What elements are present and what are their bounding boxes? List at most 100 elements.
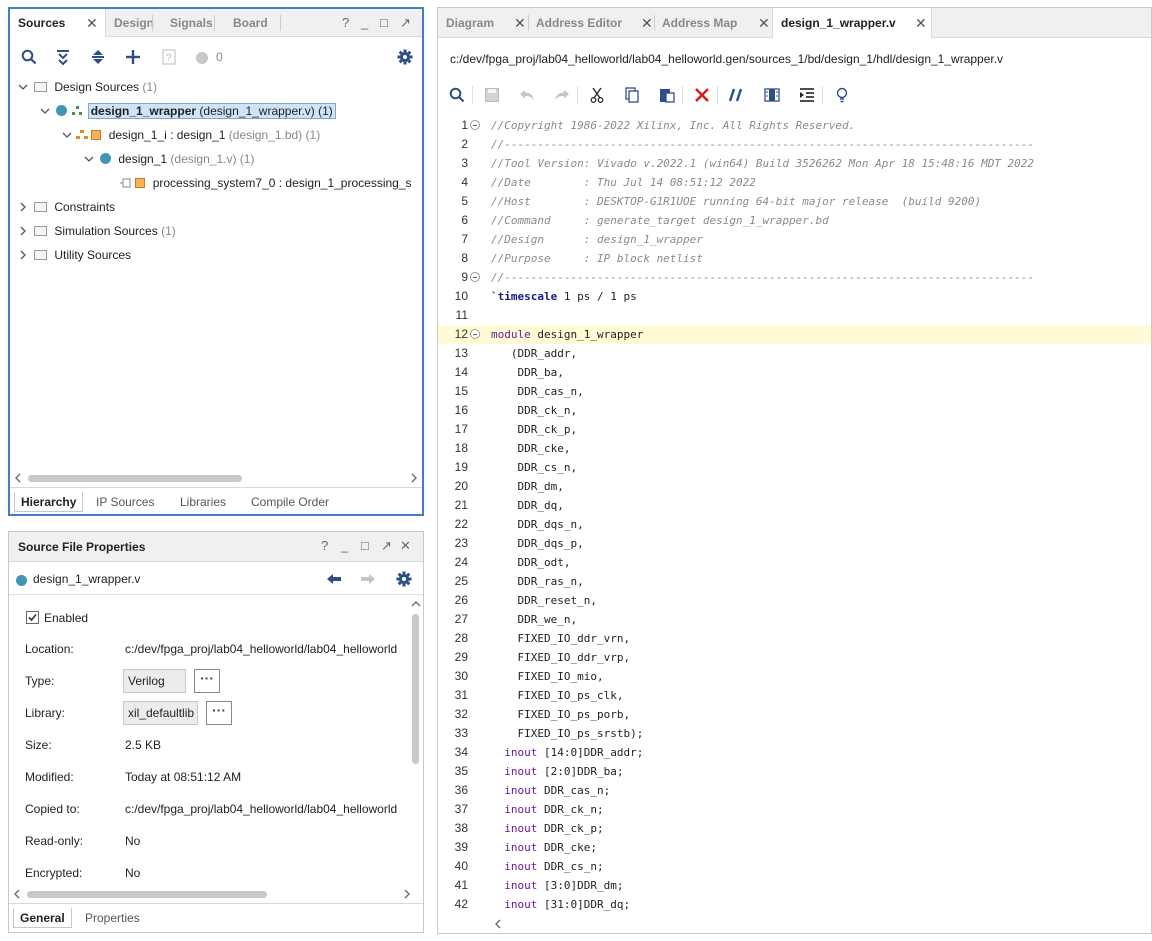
code-line[interactable]: 20 DDR_dm,: [438, 477, 1151, 496]
redo-icon[interactable]: [551, 84, 573, 106]
tree-item-design-1-wrapper[interactable]: design_1_wrapper (design_1_wrapper.v) (1…: [40, 100, 336, 122]
code-line[interactable]: 42 inout [31:0]DDR_dq;: [438, 895, 1151, 911]
code-line[interactable]: 9 //-------------------------------------…: [438, 268, 1151, 287]
code-line[interactable]: 21 DDR_dq,: [438, 496, 1151, 515]
help-icon[interactable]: ?: [321, 538, 328, 553]
tab-properties[interactable]: Properties: [79, 908, 146, 928]
tab-diagram[interactable]: Diagram: [438, 8, 494, 38]
collapse-all-icon[interactable]: [52, 46, 74, 68]
tree-item-design-sources[interactable]: Design Sources (1): [18, 76, 157, 98]
code-line[interactable]: 41 inout [3:0]DDR_dm;: [438, 876, 1151, 895]
code-line[interactable]: 36 inout DDR_cas_n;: [438, 781, 1151, 800]
tab-signals[interactable]: Signals: [162, 9, 213, 37]
code-line[interactable]: 12 module design_1_wrapper: [438, 325, 1151, 344]
library-browse-button[interactable]: ···: [206, 701, 232, 725]
add-icon[interactable]: [122, 46, 144, 68]
tab-design[interactable]: Design: [106, 9, 154, 37]
code-line[interactable]: 8 //Purpose : IP block netlist: [438, 249, 1151, 268]
paste-icon[interactable]: [656, 84, 678, 106]
code-line[interactable]: 3 //Tool Version: Vivado v.2022.1 (win64)…: [438, 154, 1151, 173]
enabled-checkbox[interactable]: [26, 611, 39, 624]
code-line[interactable]: 27 DDR_we_n,: [438, 610, 1151, 629]
tab-compile-order[interactable]: Compile Order: [245, 492, 335, 512]
code-line[interactable]: 26 DDR_reset_n,: [438, 591, 1151, 610]
horizontal-scrollbar[interactable]: [12, 472, 420, 484]
code-line[interactable]: 33 FIXED_IO_ps_srstb);: [438, 724, 1151, 743]
code-line[interactable]: 29 FIXED_IO_ddr_vrp,: [438, 648, 1151, 667]
code-line[interactable]: 6 //Command : generate_target design_1_wr…: [438, 211, 1151, 230]
code-line[interactable]: 32 FIXED_IO_ps_porb,: [438, 705, 1151, 724]
close-icon[interactable]: ✕: [641, 8, 653, 38]
code-line[interactable]: 24 DDR_odt,: [438, 553, 1151, 572]
code-line[interactable]: 25 DDR_ras_n,: [438, 572, 1151, 591]
code-line[interactable]: 4 //Date : Thu Jul 14 08:51:12 2022: [438, 173, 1151, 192]
close-icon[interactable]: ✕: [514, 8, 526, 38]
help-icon[interactable]: ?: [342, 15, 349, 30]
code-line[interactable]: 7 //Design : design_1_wrapper: [438, 230, 1151, 249]
code-line[interactable]: 39 inout DDR_cke;: [438, 838, 1151, 857]
close-icon[interactable]: ✕: [758, 8, 770, 38]
back-arrow-icon[interactable]: [323, 568, 345, 590]
float-icon[interactable]: ↗: [400, 15, 411, 31]
close-icon[interactable]: ✕: [86, 9, 98, 37]
float-icon[interactable]: ↗: [381, 538, 392, 554]
tab-board[interactable]: Board: [225, 9, 268, 37]
fold-toggle-icon[interactable]: [470, 329, 480, 339]
gear-icon[interactable]: [393, 568, 415, 590]
code-line[interactable]: 37 inout DDR_ck_n;: [438, 800, 1151, 819]
scrollbar-thumb[interactable]: [28, 475, 242, 482]
code-editor[interactable]: 1 //Copyright 1986-2022 Xilinx, Inc. All …: [438, 112, 1151, 911]
indent-icon[interactable]: [796, 84, 818, 106]
code-line[interactable]: 17 DDR_ck_p,: [438, 420, 1151, 439]
tree-item-simulation-sources[interactable]: Simulation Sources (1): [18, 220, 176, 242]
tab-design-1-wrapper[interactable]: design_1_wrapper.v: [772, 8, 932, 38]
code-line[interactable]: 34 inout [14:0]DDR_addr;: [438, 743, 1151, 762]
unknown-file-icon[interactable]: ?: [158, 46, 180, 68]
scroll-right-icon[interactable]: [410, 473, 418, 483]
close-icon[interactable]: ✕: [915, 8, 927, 38]
tree-item-design-1[interactable]: design_1 (design_1.v) (1): [84, 148, 254, 170]
tree-item-utility-sources[interactable]: Utility Sources: [18, 244, 131, 266]
lightbulb-icon[interactable]: [831, 84, 853, 106]
code-line[interactable]: 40 inout DDR_cs_n;: [438, 857, 1151, 876]
save-icon[interactable]: [481, 84, 503, 106]
minimize-icon[interactable]: _: [341, 538, 348, 553]
code-line[interactable]: 2 //-------------------------------------…: [438, 135, 1151, 154]
code-line[interactable]: 38 inout DDR_ck_p;: [438, 819, 1151, 838]
fold-toggle-icon[interactable]: [470, 272, 480, 282]
code-line[interactable]: 1 //Copyright 1986-2022 Xilinx, Inc. All …: [438, 116, 1151, 135]
tab-general[interactable]: General: [13, 908, 72, 928]
code-line[interactable]: 28 FIXED_IO_ddr_vrn,: [438, 629, 1151, 648]
search-icon[interactable]: [446, 84, 468, 106]
search-icon[interactable]: [18, 46, 40, 68]
code-line[interactable]: 35 inout [2:0]DDR_ba;: [438, 762, 1151, 781]
tab-address-editor[interactable]: Address Editor: [528, 8, 622, 38]
tab-libraries[interactable]: Libraries: [174, 492, 232, 512]
maximize-icon[interactable]: □: [361, 538, 369, 553]
code-line[interactable]: 14 DDR_ba,: [438, 363, 1151, 382]
code-line[interactable]: 23 DDR_dqs_p,: [438, 534, 1151, 553]
maximize-icon[interactable]: □: [380, 15, 388, 30]
cut-icon[interactable]: [586, 84, 608, 106]
column-icon[interactable]: [761, 84, 783, 106]
code-line[interactable]: 10 `timescale 1 ps / 1 ps: [438, 287, 1151, 306]
horizontal-scrollbar[interactable]: [11, 888, 421, 900]
tree-item-design-1-i[interactable]: design_1_i : design_1 (design_1.bd) (1): [62, 124, 320, 146]
type-browse-button[interactable]: ···: [194, 669, 220, 693]
gear-icon[interactable]: [394, 46, 416, 68]
code-line[interactable]: 19 DDR_cs_n,: [438, 458, 1151, 477]
scroll-left-icon[interactable]: [13, 889, 21, 899]
comment-icon[interactable]: [726, 84, 748, 106]
code-line[interactable]: 31 FIXED_IO_ps_clk,: [438, 686, 1151, 705]
scrollbar-thumb[interactable]: [27, 891, 267, 898]
code-line[interactable]: 11: [438, 306, 1151, 325]
tab-address-map[interactable]: Address Map: [654, 8, 737, 38]
code-line[interactable]: 13 (DDR_addr,: [438, 344, 1151, 363]
scroll-left-icon[interactable]: [14, 473, 22, 483]
code-line[interactable]: 5 //Host : DESKTOP-G1R1UOE running 64-bit…: [438, 192, 1151, 211]
delete-icon[interactable]: [691, 84, 713, 106]
tree-item-processing-system[interactable]: processing_system7_0 : design_1_processi…: [120, 172, 420, 194]
code-line[interactable]: 30 FIXED_IO_mio,: [438, 667, 1151, 686]
vertical-scrollbar[interactable]: [409, 598, 423, 880]
scroll-left-icon[interactable]: [494, 919, 502, 929]
